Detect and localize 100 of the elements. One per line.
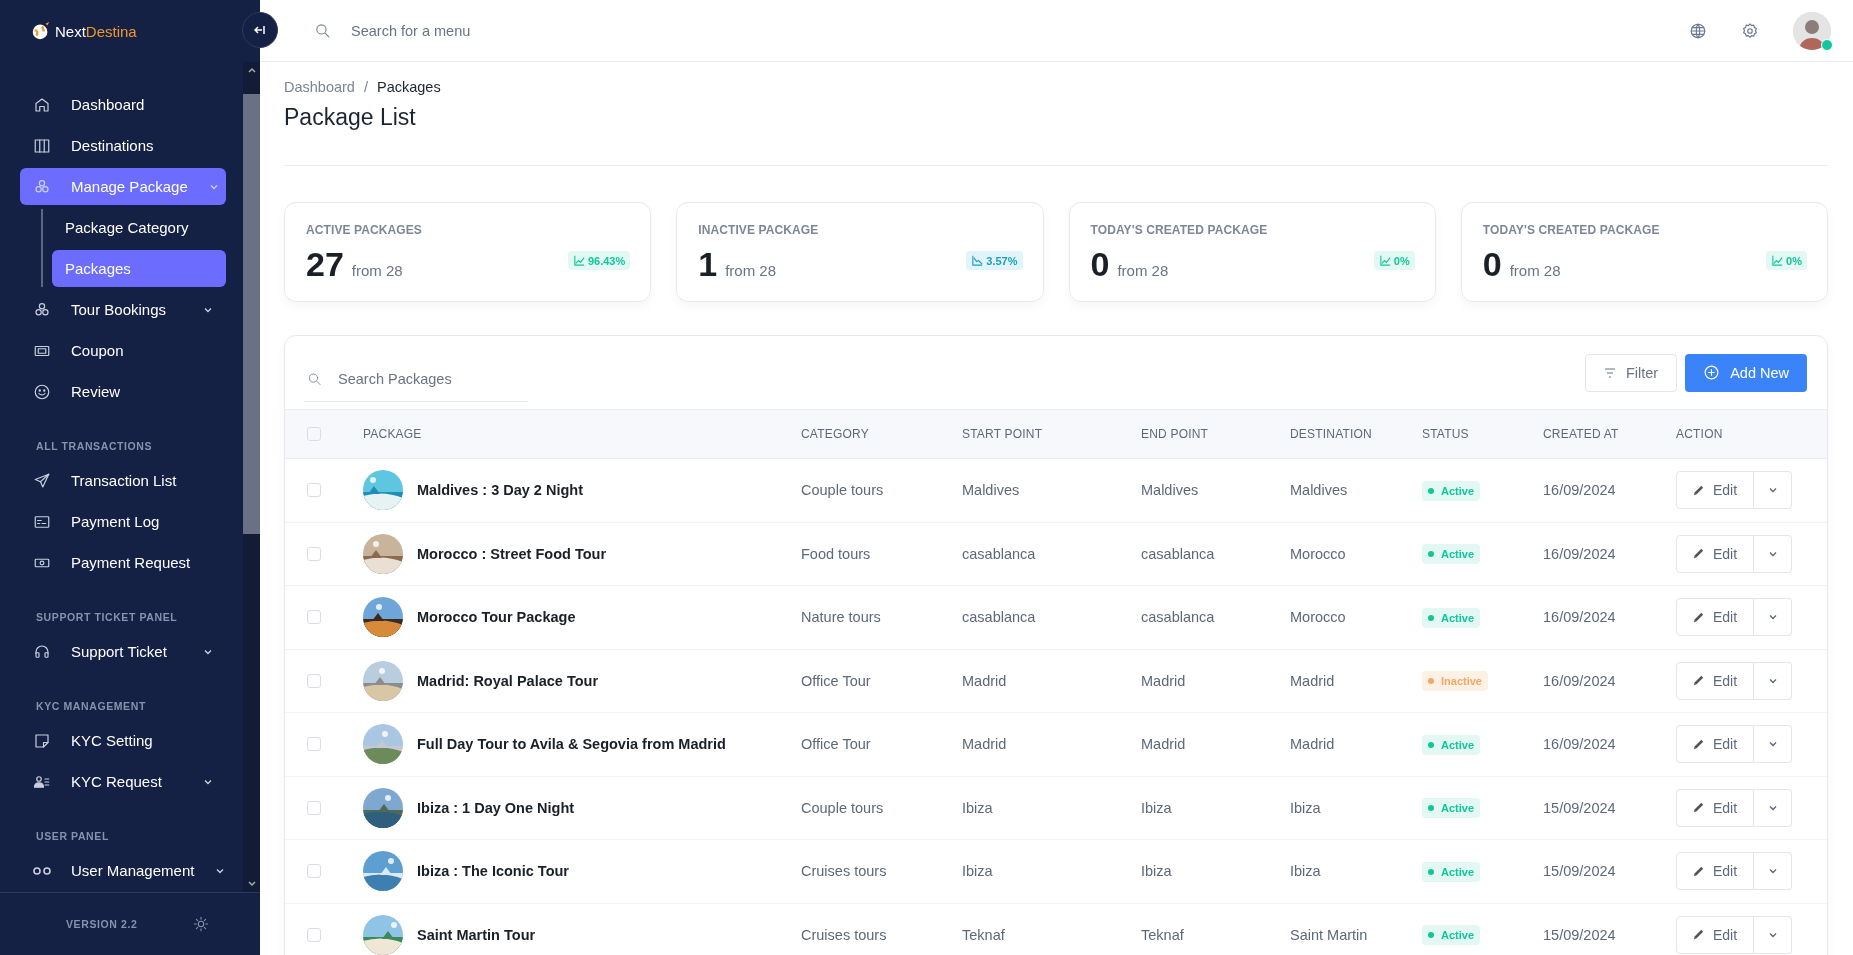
- trend-down-icon: [971, 254, 985, 267]
- table-cell-text: 16/09/2024: [1543, 672, 1617, 689]
- dropdown-button[interactable]: [1754, 534, 1793, 573]
- section-heading: KYC MANAGEMENT: [36, 700, 147, 712]
- avatar[interactable]: [1793, 11, 1831, 50]
- package-name[interactable]: Saint Martin Tour: [417, 926, 536, 943]
- row-checkbox[interactable]: [307, 737, 321, 752]
- table-cell-text: 16/09/2024: [1543, 482, 1617, 499]
- sidebar-item[interactable]: Payment Log: [20, 503, 226, 540]
- edit-button[interactable]: Edit: [1676, 661, 1755, 700]
- dropdown-button[interactable]: [1754, 852, 1793, 891]
- dropdown-button[interactable]: [1754, 471, 1793, 510]
- sidebar-item[interactable]: Payment Request: [20, 544, 226, 581]
- sidebar-item[interactable]: Transaction List: [20, 462, 226, 499]
- row-checkbox[interactable]: [307, 673, 321, 688]
- edit-button[interactable]: Edit: [1676, 471, 1755, 510]
- table-cell-text: Office Tour: [801, 736, 872, 753]
- sidebar-subitem[interactable]: Packages: [52, 250, 226, 287]
- table-cell-text: Morocco: [1290, 545, 1347, 562]
- globe-icon[interactable]: [1689, 21, 1707, 40]
- row-checkbox[interactable]: [307, 927, 321, 942]
- section-heading: SUPPORT TICKET PANEL: [36, 611, 179, 623]
- status-badge: Active: [1422, 798, 1481, 819]
- search-field[interactable]: Search Packages: [336, 370, 527, 388]
- column-header: START POINT: [962, 427, 1044, 441]
- person-silhouette-icon: [1793, 11, 1831, 50]
- select-all-checkbox[interactable]: [307, 427, 321, 441]
- paper-plane-icon: [33, 471, 51, 490]
- arrow-left-bar-icon: [254, 24, 266, 36]
- row-checkbox[interactable]: [307, 864, 321, 879]
- scrollbar-thumb[interactable]: [243, 94, 260, 534]
- stat-total: from 28: [1117, 262, 1170, 279]
- sidebar-item[interactable]: KYC Setting: [20, 722, 226, 759]
- package-name[interactable]: Morocco : Street Food Tour: [417, 545, 607, 562]
- collapse-sidebar-button[interactable]: [242, 12, 278, 48]
- search-icon: [314, 22, 331, 39]
- trend-badge: 3.57%: [966, 251, 1023, 270]
- stat-title: TODAY'S CREATED PACKAGE: [1482, 223, 1661, 237]
- breadcrumb-item[interactable]: Dashboard: [284, 79, 355, 95]
- package-name[interactable]: Morocco Tour Package: [417, 609, 576, 626]
- edit-button[interactable]: Edit: [1676, 598, 1755, 637]
- table-cell-text: Couple tours: [801, 482, 885, 499]
- sidebar-item[interactable]: Dashboard: [20, 86, 226, 123]
- stat-value: 0: [1090, 245, 1110, 284]
- table-cell-text: casablanca: [1141, 545, 1216, 562]
- stat-total: from 28: [351, 262, 404, 279]
- table-cell-text: Nature tours: [801, 609, 882, 626]
- trend-badge: 0%: [1373, 251, 1415, 270]
- package-name[interactable]: Maldives : 3 Day 2 Night: [417, 482, 583, 499]
- dropdown-button[interactable]: [1754, 915, 1793, 954]
- package-name[interactable]: Full Day Tour to Avila & Segovia from Madrid: [417, 736, 726, 753]
- smiley-icon: [33, 382, 51, 401]
- package-name[interactable]: Madrid: Royal Palace Tour: [417, 672, 599, 689]
- sidebar-item[interactable]: Review: [20, 373, 226, 410]
- status-badge: Active: [1422, 861, 1481, 882]
- dropdown-button[interactable]: [1754, 725, 1793, 764]
- table-cell-text: casablanca: [962, 545, 1037, 562]
- table-cell-text: Madrid: [1290, 672, 1336, 689]
- scroll-down-icon[interactable]: [246, 879, 257, 889]
- sidebar-item[interactable]: Tour Bookings: [20, 291, 226, 328]
- edit-button[interactable]: Edit: [1676, 788, 1755, 827]
- page-title: Package List: [284, 104, 1828, 166]
- trend-up-icon: [572, 254, 586, 267]
- dropdown-button[interactable]: [1754, 661, 1793, 700]
- row-checkbox[interactable]: [307, 546, 321, 561]
- sidebar-item[interactable]: Manage Package: [20, 168, 226, 205]
- note-icon: [33, 731, 51, 750]
- add-new-button[interactable]: Add New: [1685, 353, 1807, 392]
- dropdown-button[interactable]: [1754, 598, 1793, 637]
- edit-button[interactable]: Edit: [1676, 915, 1755, 954]
- edit-button[interactable]: Edit: [1676, 534, 1755, 573]
- edit-button[interactable]: Edit: [1676, 852, 1755, 891]
- package-name[interactable]: Ibiza : The Iconic Tour: [417, 863, 569, 880]
- stat-value: 1: [698, 245, 718, 284]
- row-checkbox[interactable]: [307, 800, 321, 815]
- row-checkbox[interactable]: [307, 483, 321, 498]
- filter-button[interactable]: Filter: [1584, 353, 1678, 392]
- table-cell-text: Ibiza: [962, 799, 994, 816]
- column-header: END POINT: [1141, 427, 1210, 441]
- edit-button[interactable]: Edit: [1676, 725, 1755, 764]
- settings-icon[interactable]: [1741, 21, 1759, 40]
- search-field[interactable]: Search for a menu: [349, 21, 653, 40]
- row-checkbox[interactable]: [307, 610, 321, 625]
- sidebar-item[interactable]: Coupon: [20, 332, 226, 369]
- sidebar-item[interactable]: Destinations: [20, 127, 226, 164]
- package-name[interactable]: Ibiza : 1 Day One Night: [417, 799, 575, 816]
- search-icon: [307, 371, 322, 387]
- stat-value: 27: [306, 245, 344, 284]
- sidebar-item[interactable]: Support Ticket: [20, 633, 226, 670]
- section-heading: USER PANEL: [36, 830, 110, 842]
- sidebar-subitem[interactable]: Package Category: [52, 209, 226, 246]
- sidebar-item[interactable]: KYC Request: [20, 763, 226, 800]
- dropdown-button[interactable]: [1754, 788, 1793, 827]
- scroll-up-icon[interactable]: [246, 65, 257, 75]
- status-badge: Active: [1422, 544, 1481, 565]
- column-header: ACTION: [1676, 427, 1724, 441]
- trend-badge: 0%: [1766, 251, 1807, 270]
- sun-icon[interactable]: [193, 916, 210, 932]
- sidebar-item[interactable]: User Management: [20, 852, 226, 889]
- brand-name[interactable]: NextDestina: [55, 22, 137, 40]
